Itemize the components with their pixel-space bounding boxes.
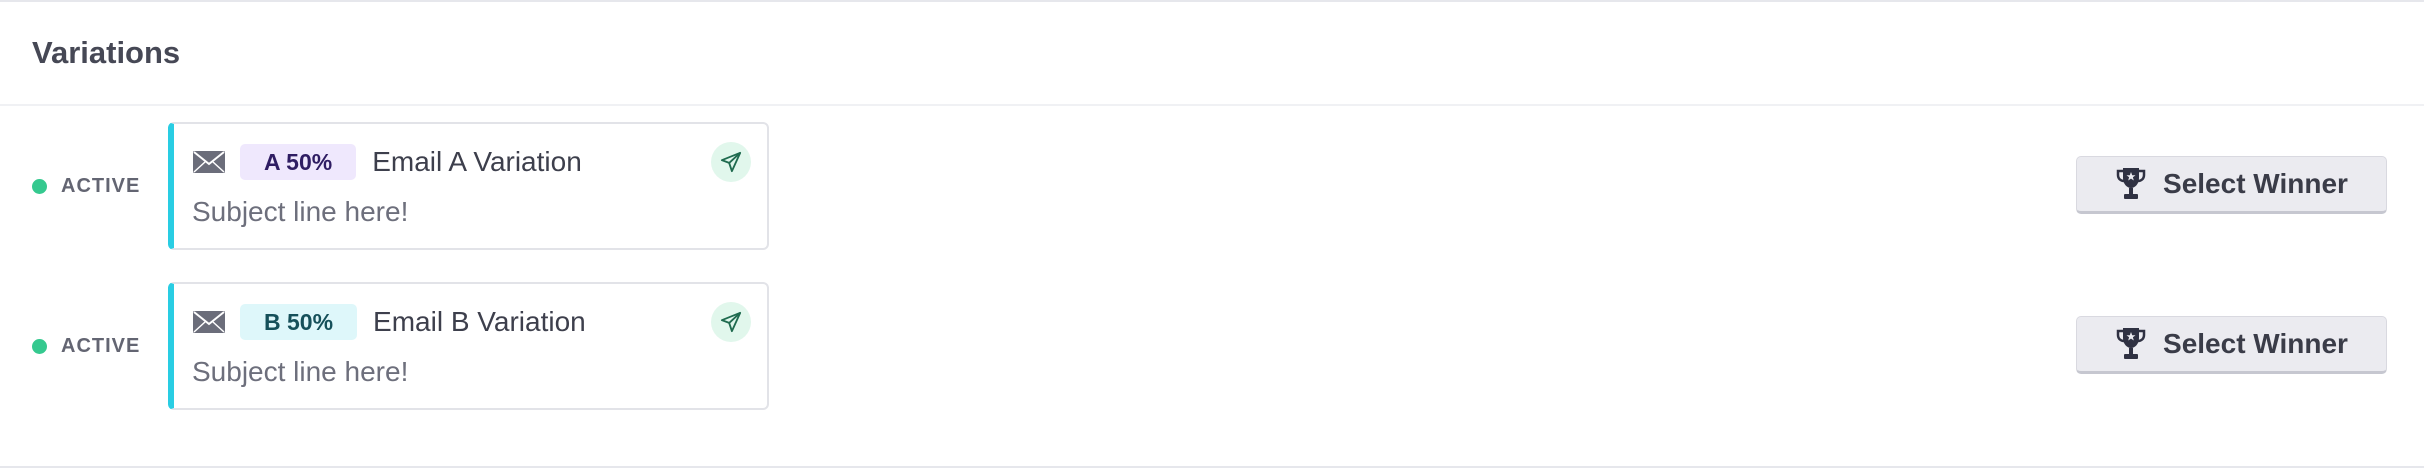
envelope-icon xyxy=(192,310,226,334)
variation-card-a[interactable]: A 50% Email A Variation Subject line her… xyxy=(168,122,769,250)
status-label: ACTIVE xyxy=(61,174,141,197)
status-label: ACTIVE xyxy=(61,334,141,357)
variations-panel: Variations ACTIVE A 50% Email A Variatio… xyxy=(0,0,2424,468)
variation-row-b: ACTIVE B 50% Email B Variation Subject l… xyxy=(0,282,2424,410)
select-winner-label: Select Winner xyxy=(2163,328,2348,359)
status-indicator: ACTIVE xyxy=(32,282,140,410)
card-header: B 50% Email B Variation xyxy=(192,302,751,342)
page-title: Variations xyxy=(32,35,181,70)
select-winner-button[interactable]: Select Winner xyxy=(2076,156,2387,214)
trophy-icon xyxy=(2115,326,2147,362)
panel-header: Variations xyxy=(0,2,2424,106)
variation-row-a: ACTIVE A 50% Email A Variation Subject l… xyxy=(0,122,2424,250)
variation-name: Email A Variation xyxy=(372,146,582,177)
envelope-icon xyxy=(192,150,226,174)
status-dot xyxy=(32,338,47,354)
send-icon[interactable] xyxy=(711,302,751,342)
send-icon[interactable] xyxy=(711,142,751,182)
split-badge: A 50% xyxy=(240,144,357,180)
select-winner-button[interactable]: Select Winner xyxy=(2076,316,2387,374)
status-indicator: ACTIVE xyxy=(32,122,140,250)
variation-card-b[interactable]: B 50% Email B Variation Subject line her… xyxy=(168,282,769,410)
select-winner-label: Select Winner xyxy=(2163,168,2348,199)
trophy-icon xyxy=(2115,166,2147,202)
card-header: A 50% Email A Variation xyxy=(192,142,751,182)
subject-line: Subject line here! xyxy=(192,196,409,227)
variation-name: Email B Variation xyxy=(373,306,586,337)
status-dot xyxy=(32,178,47,194)
subject-line: Subject line here! xyxy=(192,356,409,387)
split-badge: B 50% xyxy=(240,304,358,340)
